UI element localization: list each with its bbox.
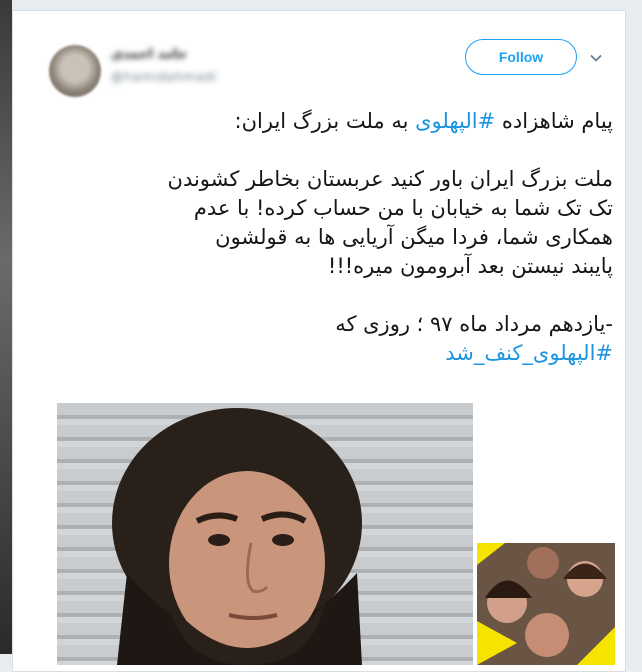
portrait-illustration [112,408,362,665]
tweet-line: #الپهلوی_کنف_شد [53,339,613,368]
tweet-line: تک تک شما به خیابان با من حساب کرده! با … [53,194,613,223]
tweet-card: حامد احمدی @hamidahmadi Follow پیام شاهز… [12,10,626,672]
group-illustration [477,543,615,665]
hashtag-link[interactable]: #الپهلوی [415,109,495,133]
media-container[interactable] [57,403,615,665]
tweet-line: ملت بزرگ ایران باور کنید عربستان بخاطر ک… [53,165,613,194]
author-handle[interactable]: @hamidahmadi [111,70,218,84]
tweet-text-segment: پیام شاهزاده [495,109,613,133]
tweet-text-segment: -یازدهم مرداد ماه ۹۷ ؛ روزی که [335,312,613,336]
tweet-line: همکاری شما، فردا میگن آریایی ها به قولشو… [53,223,613,252]
tweet-text: پیام شاهزاده #الپهلوی به ملت بزرگ ایران:… [53,107,613,368]
main-photo[interactable] [57,403,473,665]
tweet-text-segment: ملت بزرگ ایران باور کنید عربستان بخاطر ک… [167,167,613,191]
tweet-line: پایبند نیستن بعد آبرومون میره!!! [53,252,613,281]
hashtag-link[interactable]: #الپهلوی_کنف_شد [445,341,613,365]
tweet-text-segment: تک تک شما به خیابان با من حساب کرده! با … [193,196,613,220]
follow-button[interactable]: Follow [465,39,577,75]
chevron-down-icon[interactable] [589,51,603,65]
tweet-line: -یازدهم مرداد ماه ۹۷ ؛ روزی که [53,310,613,339]
tweet-line: پیام شاهزاده #الپهلوی به ملت بزرگ ایران: [53,107,613,136]
background-window-edge [0,0,12,654]
author-name[interactable]: حامد احمدی [111,47,218,62]
user-info[interactable]: حامد احمدی @hamidahmadi [111,47,218,84]
tweet-text-segment: همکاری شما، فردا میگن آریایی ها به قولشو… [215,225,613,249]
tweet-text-segment: پایبند نیستن بعد آبرومون میره!!! [327,254,613,278]
thumbnail-photo[interactable] [477,543,615,665]
tweet-text-segment: به ملت بزرگ ایران: [234,109,416,133]
avatar[interactable] [49,45,101,97]
